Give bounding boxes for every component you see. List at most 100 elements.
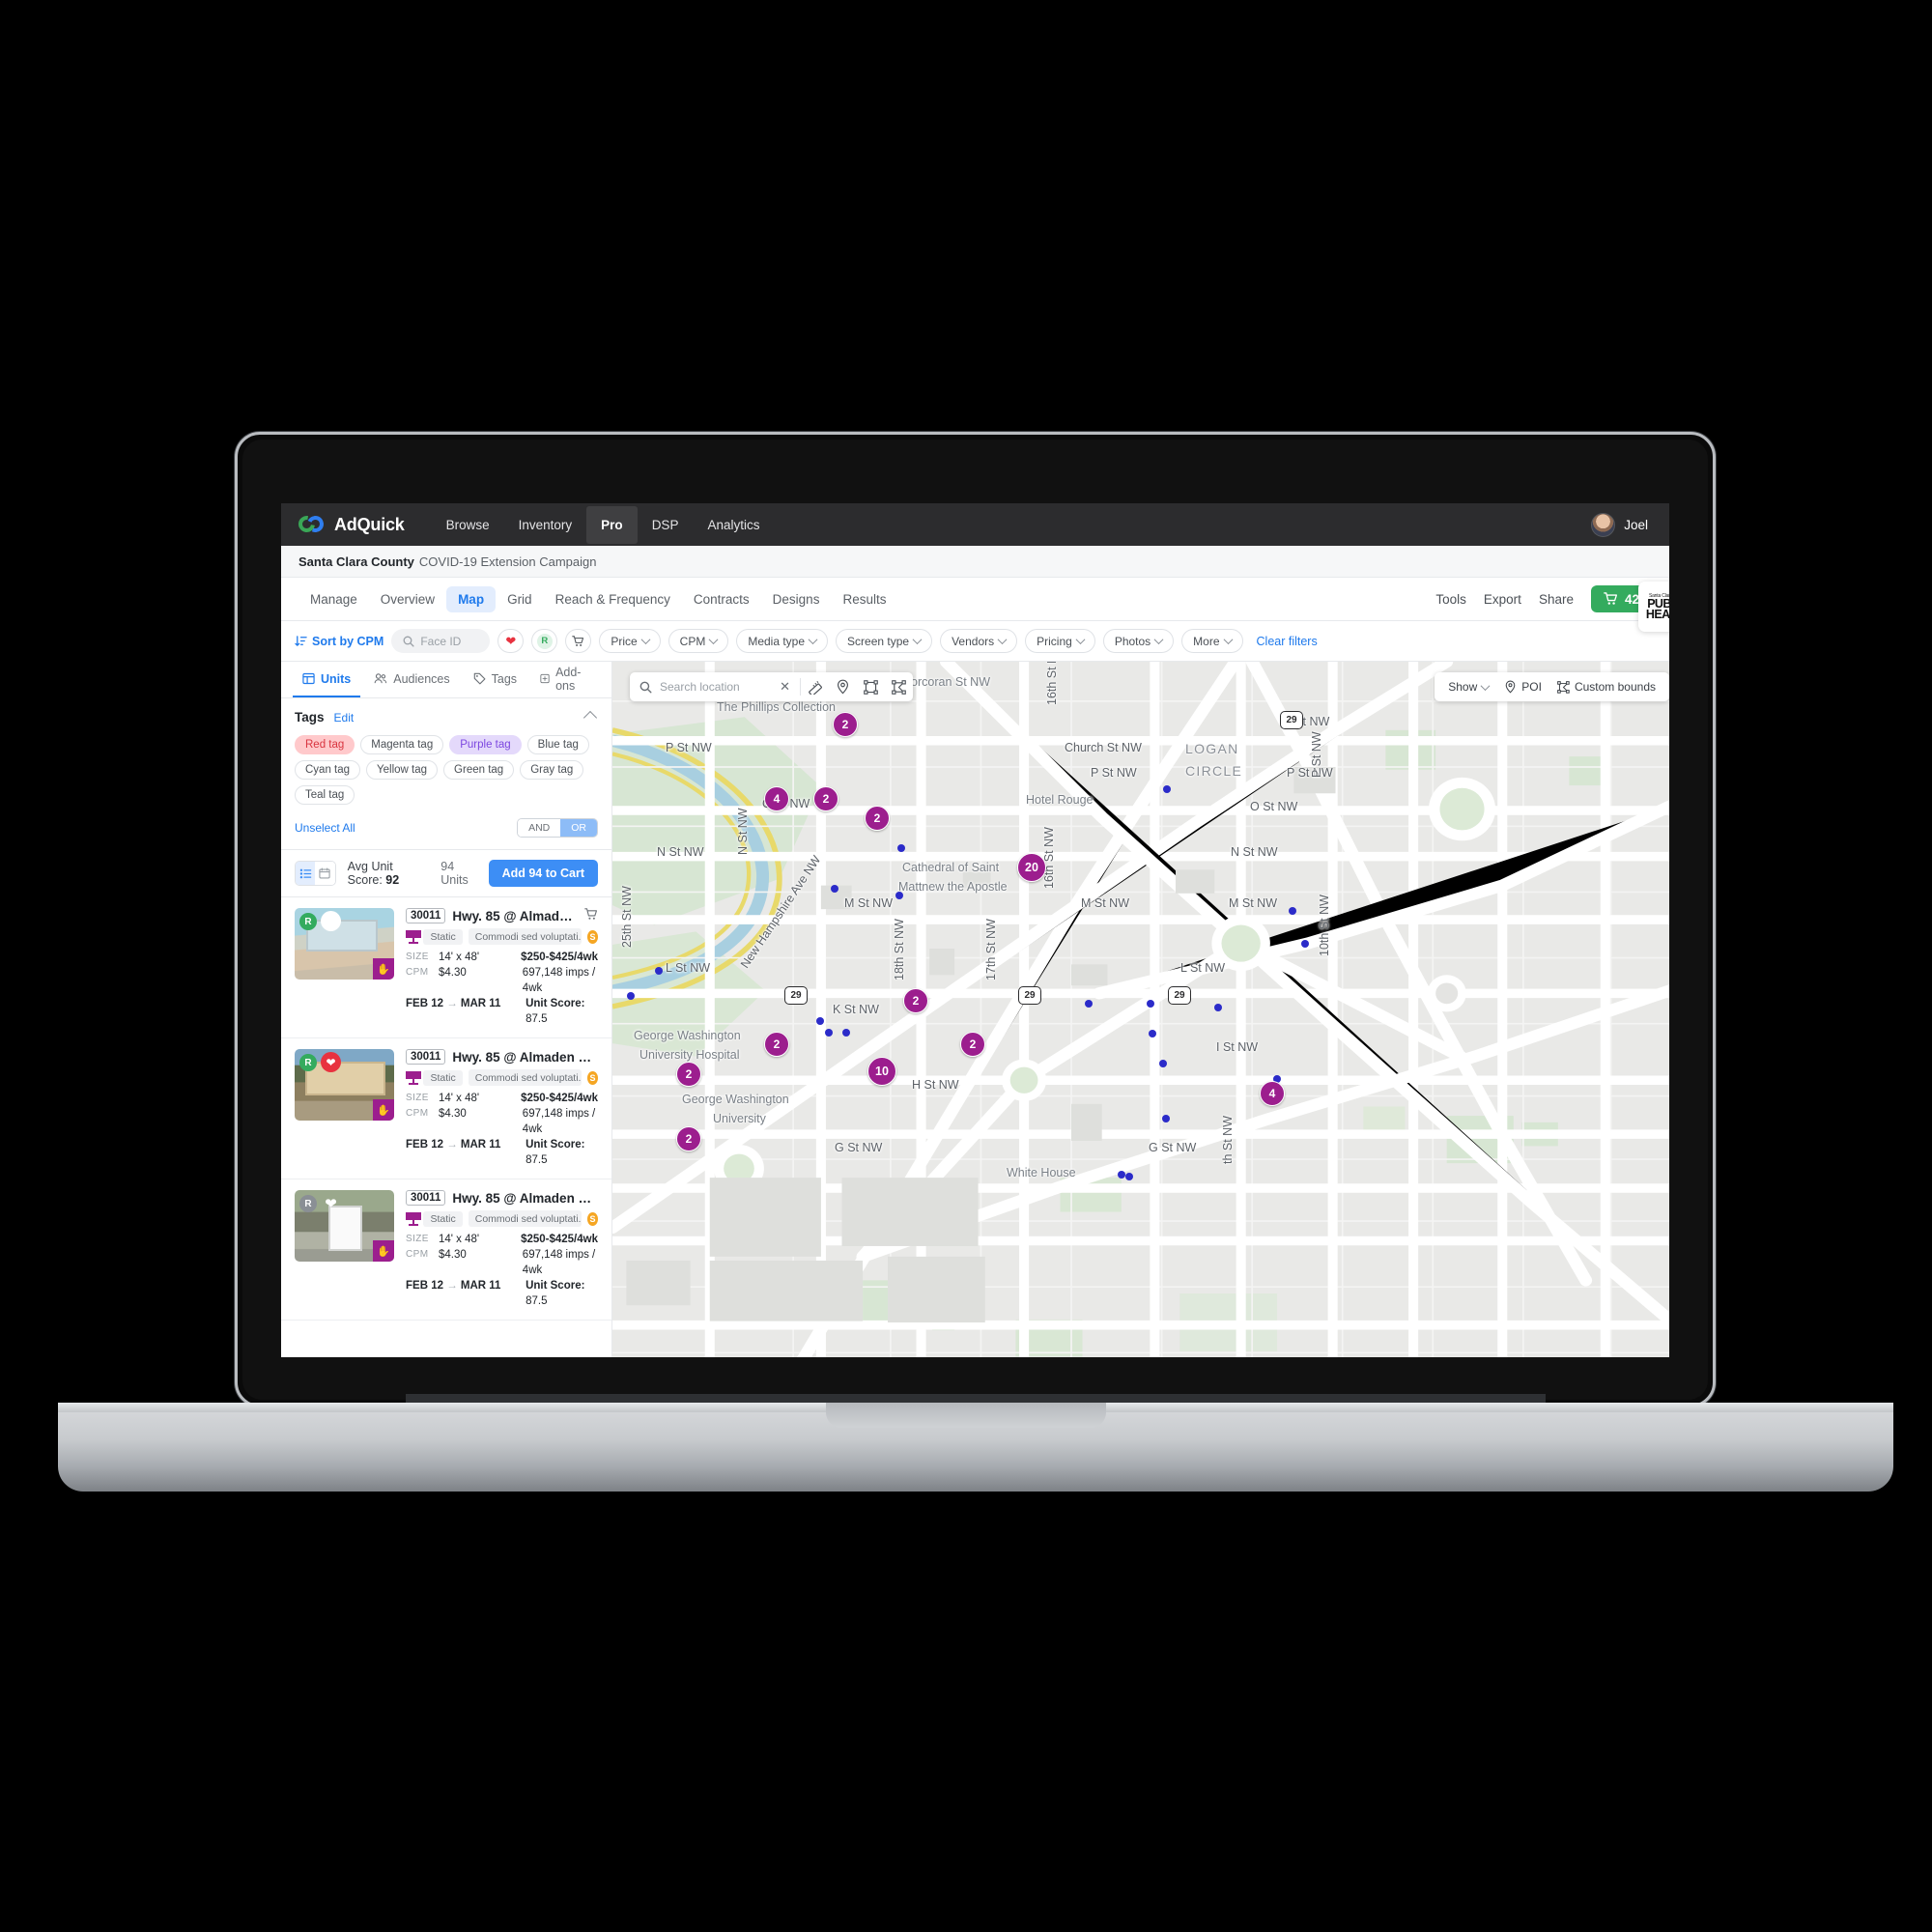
bounds-icon[interactable] — [857, 679, 885, 695]
tag-yellow[interactable]: Yellow tag — [366, 760, 439, 780]
poi-dot[interactable] — [816, 1017, 824, 1025]
poi-dot[interactable] — [1147, 1000, 1154, 1008]
unit-thumbnail[interactable]: R ❤ ✋ — [295, 1049, 394, 1121]
sidebar-tab-audiences[interactable]: Audiences — [364, 662, 459, 697]
tag-purple[interactable]: Purple tag — [449, 735, 522, 754]
poi-dot[interactable] — [1163, 785, 1171, 793]
add-to-cart-button[interactable]: Add 94 to Cart — [488, 860, 598, 887]
sidebar-tab-tags[interactable]: Tags — [464, 662, 526, 697]
poi-dot[interactable] — [1214, 1004, 1222, 1011]
list-item[interactable]: R ❤ ✋ 30011 Hwy. 85 @ Almaden Ranch... — [281, 1038, 611, 1179]
view-mode-toggle[interactable] — [295, 861, 336, 886]
favorite-heart-icon[interactable]: ❤ — [321, 1193, 341, 1213]
tab-designs[interactable]: Designs — [761, 586, 832, 612]
map-cluster-marker[interactable]: 2 — [764, 1032, 789, 1057]
tag-magenta[interactable]: Magenta tag — [360, 735, 444, 754]
user-menu[interactable]: Joel — [1591, 512, 1652, 537]
recommended-filter-button[interactable]: R — [531, 629, 558, 653]
unselect-all-button[interactable]: Unselect All — [295, 821, 355, 835]
poi-dot[interactable] — [831, 885, 838, 893]
map-cluster-marker[interactable]: 2 — [833, 712, 858, 737]
map-cluster-marker[interactable]: 2 — [865, 806, 890, 831]
cart-filter-button[interactable] — [565, 629, 592, 653]
nav-link-analytics[interactable]: Analytics — [693, 506, 774, 544]
map-cluster-marker[interactable]: 2 — [676, 1126, 701, 1151]
nav-link-dsp[interactable]: DSP — [638, 506, 694, 544]
list-view-button[interactable] — [296, 862, 316, 885]
tab-grid[interactable]: Grid — [496, 586, 544, 612]
calendar-view-button[interactable] — [315, 862, 335, 885]
tab-contracts[interactable]: Contracts — [682, 586, 761, 612]
logic-and-option[interactable]: AND — [518, 819, 561, 837]
map-cluster-marker[interactable]: 2 — [676, 1062, 701, 1087]
poi-dot[interactable] — [1125, 1173, 1133, 1180]
adquick-logo[interactable]: AdQuick — [295, 512, 405, 536]
map-cluster-marker[interactable]: 4 — [764, 786, 789, 811]
tag-red[interactable]: Red tag — [295, 735, 355, 754]
unit-list[interactable]: R ❤ ✋ 30011 Hwy. 85 @ Almaden Ranch... — [281, 897, 611, 1357]
custom-shape-icon[interactable] — [885, 679, 913, 695]
chevron-up-icon[interactable] — [582, 710, 598, 724]
filter-pill-cpm[interactable]: CPM — [668, 629, 729, 653]
ruler-icon[interactable] — [801, 679, 829, 695]
poi-dot[interactable] — [1149, 1030, 1156, 1037]
poi-dot[interactable] — [1289, 907, 1296, 915]
nav-link-browse[interactable]: Browse — [432, 506, 504, 544]
filter-pill-pricing[interactable]: Pricing — [1025, 629, 1095, 653]
poi-dot[interactable] — [1301, 940, 1309, 948]
export-button[interactable]: Export — [1484, 592, 1521, 607]
poi-dot[interactable] — [1159, 1060, 1167, 1067]
list-item[interactable]: R ❤ ✋ 30011 Hwy. 85 @ Almaden Ranch... — [281, 897, 611, 1038]
map-canvas[interactable]: The Phillips Collection Corcoran St NW C… — [612, 662, 1669, 1357]
map-cluster-marker[interactable]: 10 — [867, 1057, 896, 1086]
filter-pill-vendors[interactable]: Vendors — [940, 629, 1018, 653]
tab-manage[interactable]: Manage — [298, 586, 369, 612]
sidebar-tab-addons[interactable]: Add-ons — [530, 662, 600, 697]
tag-gray[interactable]: Gray tag — [520, 760, 584, 780]
tag-teal[interactable]: Teal tag — [295, 785, 355, 805]
poi-toggle[interactable]: POI — [1504, 680, 1542, 694]
share-button[interactable]: Share — [1539, 592, 1574, 607]
drag-hand-icon[interactable]: ✋ — [373, 958, 394, 980]
custom-bounds-button[interactable]: Custom bounds — [1557, 680, 1656, 694]
tab-reach-frequency[interactable]: Reach & Frequency — [544, 586, 682, 612]
and-or-toggle[interactable]: AND OR — [517, 818, 598, 838]
filter-pill-more[interactable]: More — [1181, 629, 1243, 653]
map-cluster-marker[interactable]: 2 — [960, 1032, 985, 1057]
filter-pill-media-type[interactable]: Media type — [736, 629, 829, 653]
map-cluster-marker[interactable]: 2 — [903, 988, 928, 1013]
unit-add-cart-icon[interactable] — [584, 908, 598, 923]
map-cluster-marker[interactable]: 2 — [813, 786, 838, 811]
clear-search-icon[interactable]: ✕ — [780, 679, 790, 695]
tag-cyan[interactable]: Cyan tag — [295, 760, 361, 780]
poi-dot[interactable] — [895, 892, 903, 899]
poi-dot[interactable] — [1162, 1115, 1170, 1122]
filter-pill-price[interactable]: Price — [599, 629, 661, 653]
tools-button[interactable]: Tools — [1435, 592, 1466, 607]
tags-edit-link[interactable]: Edit — [334, 711, 355, 724]
poi-dot[interactable] — [897, 844, 905, 852]
poi-dot[interactable] — [825, 1029, 833, 1037]
sidebar-tab-units[interactable]: Units — [293, 662, 361, 697]
drag-hand-icon[interactable]: ✋ — [373, 1240, 394, 1262]
map-cluster-marker[interactable]: 20 — [1017, 853, 1046, 882]
tab-results[interactable]: Results — [831, 586, 897, 612]
favorites-filter-button[interactable]: ❤ — [497, 629, 525, 653]
poi-dot[interactable] — [627, 992, 635, 1000]
pin-icon[interactable] — [829, 679, 857, 695]
map-cluster-marker[interactable]: 4 — [1260, 1081, 1285, 1106]
filter-pill-screen-type[interactable]: Screen type — [836, 629, 933, 653]
face-id-input[interactable]: Face ID — [391, 629, 491, 653]
show-dropdown[interactable]: Show — [1448, 680, 1491, 694]
tab-overview[interactable]: Overview — [369, 586, 446, 612]
favorite-heart-icon[interactable]: ❤ — [321, 1052, 341, 1072]
tab-map[interactable]: Map — [446, 585, 497, 612]
tag-blue[interactable]: Blue tag — [526, 735, 589, 754]
tag-green[interactable]: Green tag — [443, 760, 515, 780]
map-search-bar[interactable]: Search location ✕ — [630, 672, 913, 701]
nav-link-pro[interactable]: Pro — [586, 505, 638, 544]
drag-hand-icon[interactable]: ✋ — [373, 1099, 394, 1121]
unit-thumbnail[interactable]: R ❤ ✋ — [295, 908, 394, 980]
nav-link-inventory[interactable]: Inventory — [504, 506, 587, 544]
sort-by-cpm-button[interactable]: Sort by CPM — [295, 635, 384, 648]
